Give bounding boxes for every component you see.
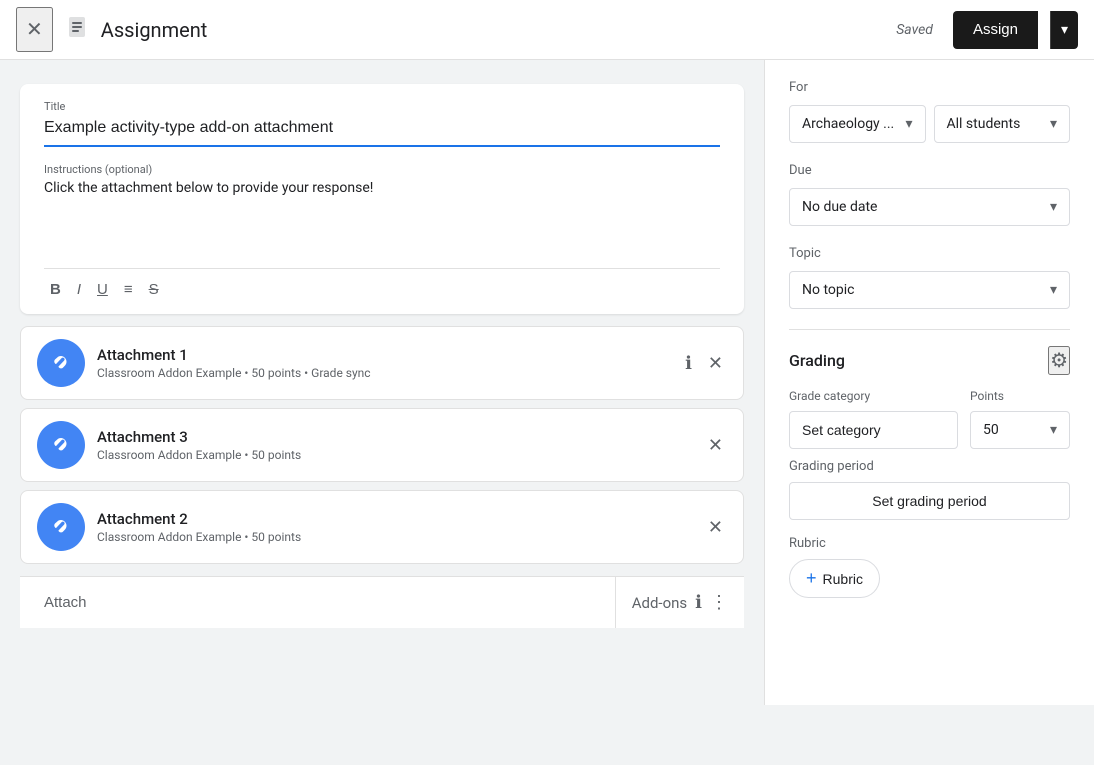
list-button[interactable]: ≡ xyxy=(118,277,139,302)
topbar: ✕ Assignment Saved Assign ▾ xyxy=(0,0,1094,60)
add-rubric-label: Rubric xyxy=(823,571,863,587)
attachment-info-3: Attachment 2 Classroom Addon Example • 5… xyxy=(97,510,692,544)
add-rubric-button[interactable]: + Rubric xyxy=(789,559,880,598)
assign-dropdown-button[interactable]: ▾ xyxy=(1050,11,1078,49)
attachment-actions-3: ✕ xyxy=(704,513,727,542)
attachment-info-1: Attachment 1 Classroom Addon Example • 5… xyxy=(97,346,669,380)
attachment-remove-button-1[interactable]: ✕ xyxy=(704,349,727,378)
attachment-remove-button-2[interactable]: ✕ xyxy=(704,431,727,460)
attachment-icon-2 xyxy=(37,421,85,469)
right-panel: For Archaeology ... ▾ All students ▾ Due… xyxy=(764,60,1094,705)
due-dropdown[interactable]: No due date ▾ xyxy=(789,188,1070,226)
bottom-bar: Attach Add-ons ℹ ⋮ xyxy=(20,576,744,628)
class-dropdown-arrow: ▾ xyxy=(905,116,912,132)
main-layout: Title Instructions (optional) Click the … xyxy=(0,60,1094,705)
attach-button[interactable]: Attach xyxy=(20,577,615,628)
attachment-icon-3 xyxy=(37,503,85,551)
instructions-section: Instructions (optional) Click the attach… xyxy=(44,163,720,260)
for-section: For Archaeology ... ▾ All students ▾ xyxy=(789,80,1070,143)
attachment-name-2: Attachment 3 xyxy=(97,428,692,446)
grading-settings-button[interactable]: ⚙ xyxy=(1048,346,1070,375)
page-title: Assignment xyxy=(101,18,884,42)
attachment-sub-1: Classroom Addon Example • 50 points • Gr… xyxy=(97,366,669,380)
class-dropdown[interactable]: Archaeology ... ▾ xyxy=(789,105,926,143)
rubric-label: Rubric xyxy=(789,536,1070,551)
rubric-section: Rubric + Rubric xyxy=(789,536,1070,598)
grade-category-col: Grade category Set category xyxy=(789,389,958,449)
class-value: Archaeology ... xyxy=(802,116,894,132)
assign-button[interactable]: Assign xyxy=(953,11,1038,49)
formatting-toolbar: B I U ≡ S xyxy=(44,268,720,314)
topic-value: No topic xyxy=(802,282,854,298)
assignment-card: Title Instructions (optional) Click the … xyxy=(20,84,744,314)
students-dropdown-arrow: ▾ xyxy=(1050,116,1057,132)
attachment-sub-2: Classroom Addon Example • 50 points xyxy=(97,448,692,462)
underline-button[interactable]: U xyxy=(91,277,114,302)
due-section: Due No due date ▾ xyxy=(789,163,1070,226)
points-value: 50 xyxy=(983,422,999,438)
topic-dropdown-arrow: ▾ xyxy=(1050,282,1057,298)
grade-cols: Grade category Set category Points 50 ▾ xyxy=(789,389,1070,449)
grading-header: Grading ⚙ xyxy=(789,346,1070,375)
bold-button[interactable]: B xyxy=(44,277,67,302)
attachment-name-1: Attachment 1 xyxy=(97,346,669,364)
title-input[interactable] xyxy=(44,119,720,147)
topic-label: Topic xyxy=(789,246,1070,261)
points-dropdown-arrow: ▾ xyxy=(1050,422,1057,438)
points-dropdown[interactable]: 50 ▾ xyxy=(970,411,1070,449)
attachment-name-3: Attachment 2 xyxy=(97,510,692,528)
left-panel: Title Instructions (optional) Click the … xyxy=(0,60,764,705)
attachment-actions-2: ✕ xyxy=(704,431,727,460)
title-label: Title xyxy=(44,100,720,113)
for-dropdowns: Archaeology ... ▾ All students ▾ xyxy=(789,105,1070,143)
grading-section: Grading ⚙ Grade category Set category Po… xyxy=(789,346,1070,598)
strikethrough-button[interactable]: S xyxy=(143,277,165,302)
set-grading-period-button[interactable]: Set grading period xyxy=(789,482,1070,520)
students-dropdown[interactable]: All students ▾ xyxy=(934,105,1071,143)
grading-period-section: Grading period Set grading period xyxy=(789,459,1070,520)
attachment-actions-1: ℹ ✕ xyxy=(681,349,727,378)
saved-status: Saved xyxy=(896,22,933,38)
points-label: Points xyxy=(970,389,1070,403)
set-category-button[interactable]: Set category xyxy=(789,411,958,449)
due-dropdown-arrow: ▾ xyxy=(1050,199,1057,215)
attachment-remove-button-3[interactable]: ✕ xyxy=(704,513,727,542)
attachment-info-button-1[interactable]: ℹ xyxy=(681,349,696,378)
due-label: Due xyxy=(789,163,1070,178)
addons-more-button[interactable]: ⋮ xyxy=(710,592,728,613)
title-section: Title xyxy=(44,100,720,147)
italic-button[interactable]: I xyxy=(71,277,87,302)
attachment-info-2: Attachment 3 Classroom Addon Example • 5… xyxy=(97,428,692,462)
close-button[interactable]: ✕ xyxy=(16,7,53,52)
divider xyxy=(789,329,1070,330)
addons-section: Add-ons ℹ ⋮ xyxy=(615,577,744,628)
instructions-text[interactable]: Click the attachment below to provide yo… xyxy=(44,180,720,260)
addons-label: Add-ons xyxy=(632,594,687,612)
attachments-list: Attachment 1 Classroom Addon Example • 5… xyxy=(20,326,744,564)
addons-info-button[interactable]: ℹ xyxy=(695,592,702,613)
due-value: No due date xyxy=(802,199,877,215)
grading-title: Grading xyxy=(789,351,845,370)
instructions-label: Instructions (optional) xyxy=(44,163,720,176)
students-value: All students xyxy=(947,116,1021,132)
grade-category-label: Grade category xyxy=(789,389,958,403)
doc-icon xyxy=(65,15,89,45)
attachment-sub-3: Classroom Addon Example • 50 points xyxy=(97,530,692,544)
for-label: For xyxy=(789,80,1070,95)
topic-section: Topic No topic ▾ xyxy=(789,246,1070,309)
add-rubric-icon: + xyxy=(806,568,817,589)
attachment-item: Attachment 1 Classroom Addon Example • 5… xyxy=(20,326,744,400)
topic-dropdown[interactable]: No topic ▾ xyxy=(789,271,1070,309)
attachment-item-2: Attachment 3 Classroom Addon Example • 5… xyxy=(20,408,744,482)
attachment-item-3: Attachment 2 Classroom Addon Example • 5… xyxy=(20,490,744,564)
grading-period-label: Grading period xyxy=(789,459,1070,474)
points-col: Points 50 ▾ xyxy=(970,389,1070,449)
attachment-icon-1 xyxy=(37,339,85,387)
